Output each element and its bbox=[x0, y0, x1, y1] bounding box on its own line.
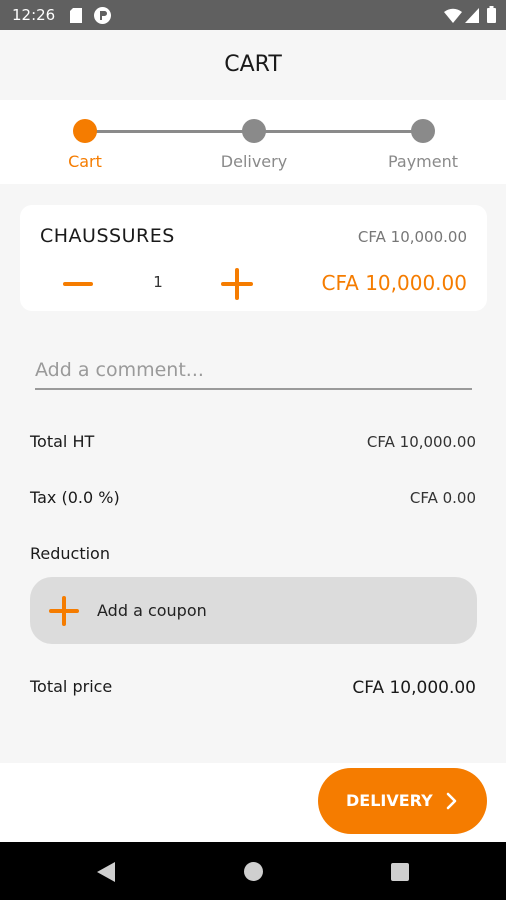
cart-item-card: CHAUSSURES CFA 10,000.00 1 CFA 10,000.00 bbox=[20, 205, 487, 311]
total-price-value: CFA 10,000.00 bbox=[352, 678, 476, 698]
back-icon[interactable] bbox=[97, 862, 115, 886]
total-price-label: Total price bbox=[30, 677, 113, 696]
app-notification-icon bbox=[94, 7, 111, 28]
tax-label: Tax (0.0 %) bbox=[30, 488, 120, 507]
add-coupon-button[interactable]: Add a coupon bbox=[30, 577, 477, 644]
step-payment-dot[interactable] bbox=[411, 119, 435, 143]
app-bar: CART bbox=[0, 30, 506, 100]
stepper-connector bbox=[85, 130, 255, 133]
step-delivery-dot[interactable] bbox=[242, 119, 266, 143]
item-name: CHAUSSURES bbox=[40, 225, 175, 247]
total-ht-label: Total HT bbox=[30, 432, 95, 451]
status-time: 12:26 bbox=[12, 6, 56, 24]
reduction-label: Reduction bbox=[30, 544, 110, 563]
system-navigation-bar bbox=[0, 842, 506, 900]
checkout-stepper: Cart Delivery Payment bbox=[0, 100, 506, 184]
delivery-button[interactable]: DELIVERY bbox=[318, 768, 487, 834]
add-icon-stroke bbox=[62, 596, 66, 626]
recents-icon[interactable] bbox=[391, 863, 409, 885]
home-icon[interactable] bbox=[244, 862, 263, 885]
decrease-quantity-button[interactable] bbox=[63, 282, 93, 286]
sd-card-icon bbox=[70, 8, 82, 27]
battery-icon bbox=[487, 6, 496, 27]
item-unit-price: CFA 10,000.00 bbox=[357, 228, 467, 246]
item-total-price: CFA 10,000.00 bbox=[321, 271, 467, 295]
comment-input[interactable] bbox=[35, 352, 472, 390]
page-title: CART bbox=[224, 52, 282, 77]
step-cart-label[interactable]: Cart bbox=[25, 152, 145, 171]
stepper-connector bbox=[254, 130, 423, 133]
step-delivery-label[interactable]: Delivery bbox=[194, 152, 314, 171]
item-quantity: 1 bbox=[153, 273, 163, 291]
plus-icon-stroke bbox=[235, 268, 239, 300]
tax-value: CFA 0.00 bbox=[409, 489, 476, 507]
add-coupon-label: Add a coupon bbox=[97, 601, 207, 620]
signal-icon bbox=[465, 8, 479, 27]
wifi-icon bbox=[444, 8, 462, 27]
chevron-right-icon bbox=[446, 792, 458, 814]
total-ht-value: CFA 10,000.00 bbox=[366, 433, 476, 451]
step-payment-label[interactable]: Payment bbox=[363, 152, 483, 171]
delivery-button-label: DELIVERY bbox=[346, 791, 433, 810]
step-cart-dot[interactable] bbox=[73, 119, 97, 143]
status-bar: 12:26 bbox=[0, 0, 506, 30]
